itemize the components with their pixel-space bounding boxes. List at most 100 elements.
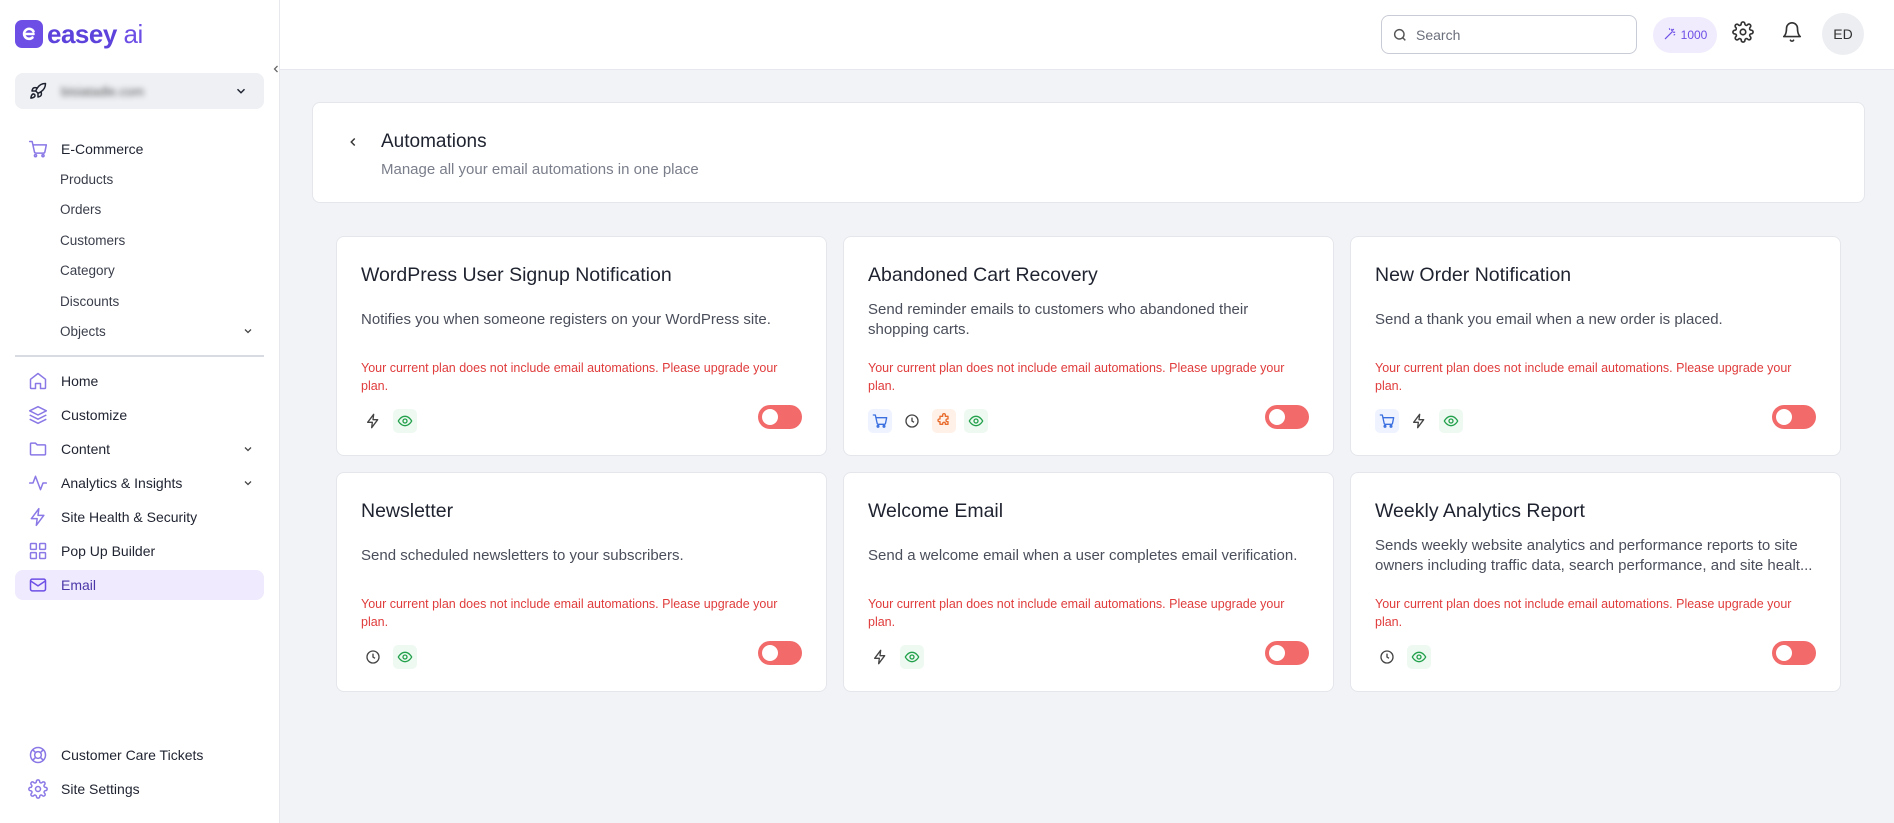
- mail-icon: [27, 574, 49, 596]
- automation-toggle[interactable]: [758, 641, 802, 665]
- cart-icon: [868, 409, 892, 433]
- plan-warning: Your current plan does not include email…: [1375, 361, 1792, 393]
- sidebar-subitem-discounts[interactable]: Discounts: [15, 286, 264, 317]
- page-header: Automations Manage all your email automa…: [312, 102, 1865, 203]
- folder-icon: [27, 438, 49, 460]
- card-title: Welcome Email: [868, 500, 1004, 522]
- card-title: Weekly Analytics Report: [1375, 500, 1585, 522]
- cart-icon: [27, 138, 49, 160]
- search-box[interactable]: [1381, 15, 1637, 54]
- clock-icon: [361, 645, 385, 669]
- card-title: New Order Notification: [1375, 264, 1572, 286]
- puzzle-icon: [932, 409, 956, 433]
- card-description: Send a thank you email when a new order …: [1375, 311, 1723, 328]
- sidebar-item-ecommerce[interactable]: E-Commerce: [15, 134, 264, 164]
- eye-icon: [393, 645, 417, 669]
- sidebar-item-label: Site Health & Security: [61, 509, 198, 525]
- card-description: Notifies you when someone registers on y…: [361, 311, 771, 328]
- eye-icon: [1407, 645, 1431, 669]
- site-selector[interactable]: bisiatadle.com: [15, 73, 264, 109]
- clock-icon: [900, 409, 924, 433]
- plan-warning: Your current plan does not include email…: [1375, 597, 1792, 629]
- sidebar-item-label: Pop Up Builder: [61, 543, 156, 559]
- grid-icon: [27, 540, 49, 562]
- plan-warning: Your current plan does not include email…: [361, 361, 778, 393]
- card-title: WordPress User Signup Notification: [361, 264, 672, 286]
- sidebar-subitem-category[interactable]: Category: [15, 256, 264, 287]
- automation-card: Weekly Analytics Report Sends weekly web…: [1350, 472, 1841, 692]
- clock-icon: [1375, 645, 1399, 669]
- chevron-left-icon: [346, 135, 360, 154]
- card-description: Send a welcome email when a user complet…: [868, 547, 1298, 564]
- eye-icon: [964, 409, 988, 433]
- card-tags: [1375, 409, 1463, 433]
- automation-card: New Order Notification Send a thank you …: [1350, 236, 1841, 456]
- notifications-button[interactable]: [1780, 21, 1804, 48]
- sidebar-item-email[interactable]: Email: [15, 570, 264, 600]
- chevron-down-icon: [242, 442, 254, 458]
- site-name: bisiatadle.com: [61, 83, 145, 99]
- sidebar-subitem-products[interactable]: Products: [15, 164, 264, 195]
- card-tags: [361, 409, 417, 433]
- gear-icon: [27, 778, 49, 800]
- gear-icon: [1732, 20, 1754, 48]
- sidebar-item-site-health[interactable]: Site Health & Security: [15, 502, 264, 532]
- brand-name: easey: [47, 19, 117, 49]
- cart-icon: [1375, 409, 1399, 433]
- layers-icon: [27, 404, 49, 426]
- plan-warning: Your current plan does not include email…: [868, 361, 1285, 393]
- brand-logo[interactable]: easey ai: [15, 20, 143, 48]
- sidebar-subitem-customers[interactable]: Customers: [15, 225, 264, 256]
- sidebar-divider: [15, 355, 264, 357]
- automation-toggle[interactable]: [1265, 641, 1309, 665]
- search-icon: [1392, 27, 1408, 43]
- chevron-down-icon: [230, 80, 252, 102]
- plan-warning: Your current plan does not include email…: [361, 597, 778, 629]
- chevron-down-icon: [242, 325, 254, 340]
- sidebar-item-home[interactable]: Home: [15, 366, 264, 396]
- card-tags: [1375, 645, 1431, 669]
- logo-icon: [15, 20, 43, 48]
- magic-wand-icon: [1663, 27, 1677, 44]
- card-description: Send scheduled newsletters to your subsc…: [361, 547, 684, 564]
- automation-toggle[interactable]: [1265, 405, 1309, 429]
- eye-icon: [1439, 409, 1463, 433]
- avatar[interactable]: ED: [1822, 13, 1864, 55]
- sidebar-subitem-label: Objects: [60, 324, 106, 340]
- sidebar-item-label: Content: [61, 441, 111, 457]
- sidebar-item-popup-builder[interactable]: Pop Up Builder: [15, 536, 264, 566]
- search-input[interactable]: [1416, 26, 1616, 43]
- main-nav: Home Customize Content Analytics & Insig…: [15, 366, 264, 600]
- top-bar: [280, 0, 1894, 70]
- automation-toggle[interactable]: [1772, 641, 1816, 665]
- sidebar-item-label: Site Settings: [61, 781, 140, 797]
- settings-button[interactable]: [1731, 20, 1755, 48]
- eye-icon: [393, 409, 417, 433]
- card-description: Sends weekly website analytics and perfo…: [1375, 537, 1813, 574]
- automation-card: Abandoned Cart Recovery Send reminder em…: [843, 236, 1334, 456]
- card-title: Newsletter: [361, 500, 454, 522]
- automation-toggle[interactable]: [1772, 405, 1816, 429]
- bolt-icon: [361, 409, 385, 433]
- sidebar-item-customer-care[interactable]: Customer Care Tickets: [15, 740, 264, 770]
- bottom-nav: Customer Care Tickets Site Settings: [15, 740, 264, 804]
- eye-icon: [900, 645, 924, 669]
- back-button[interactable]: [343, 134, 363, 154]
- automation-toggle[interactable]: [758, 405, 802, 429]
- automation-card: WordPress User Signup Notification Notif…: [336, 236, 827, 456]
- page-subtitle: Manage all your email automations in one…: [381, 161, 699, 178]
- sidebar-subitem-orders[interactable]: Orders: [15, 195, 264, 226]
- chevron-down-icon: [242, 476, 254, 492]
- sidebar: easey ai bisiatadle.com E-Commerce Produ…: [0, 0, 280, 823]
- rocket-icon: [27, 80, 49, 102]
- sidebar-item-analytics[interactable]: Analytics & Insights: [15, 468, 264, 498]
- sidebar-item-customize[interactable]: Customize: [15, 400, 264, 430]
- credits-count: 1000: [1680, 28, 1708, 42]
- credits-badge[interactable]: 1000: [1653, 17, 1717, 53]
- sidebar-item-site-settings[interactable]: Site Settings: [15, 774, 264, 804]
- bell-icon: [1781, 21, 1803, 48]
- sidebar-item-label: Customer Care Tickets: [61, 747, 204, 763]
- page-title: Automations: [381, 131, 487, 152]
- sidebar-item-content[interactable]: Content: [15, 434, 264, 464]
- sidebar-subitem-objects[interactable]: Objects: [15, 317, 264, 348]
